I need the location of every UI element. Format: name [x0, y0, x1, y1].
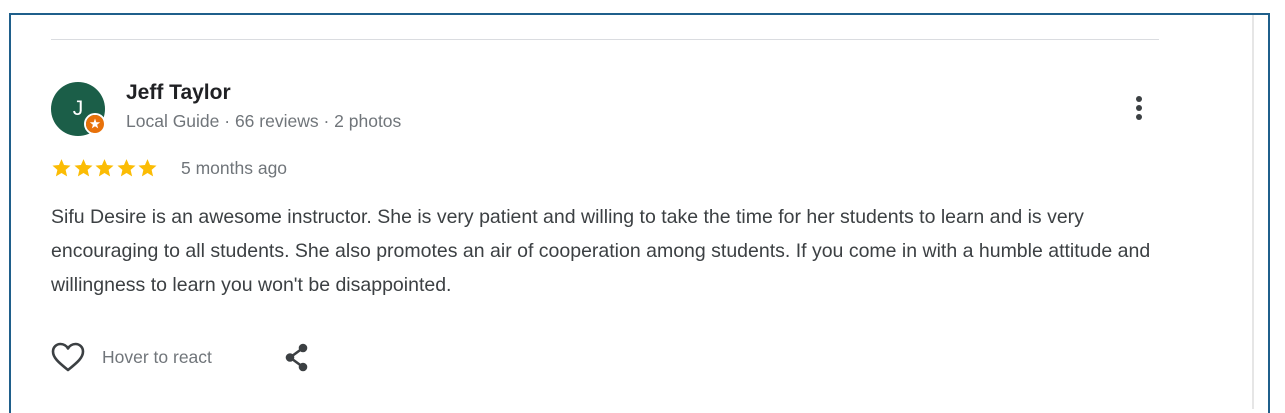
- share-button[interactable]: [281, 340, 315, 376]
- scrollbar-track[interactable]: [1252, 15, 1254, 409]
- star-icon: [116, 159, 136, 177]
- share-icon: [285, 343, 308, 372]
- react-label: Hover to react: [102, 346, 212, 367]
- review-date: 5 months ago: [181, 158, 288, 178]
- star-icon: [73, 159, 93, 177]
- heart-icon: [51, 342, 85, 372]
- star-icon: [52, 159, 71, 177]
- divider: [51, 39, 1159, 40]
- star-icon: [95, 159, 114, 177]
- star-rating: [51, 156, 159, 180]
- reviewer-meta: Local Guide · 66 reviews · 2 photos: [126, 111, 402, 131]
- review-text: Sifu Desire is an awesome instructor. Sh…: [51, 206, 1151, 296]
- local-guide-badge-icon: [84, 113, 106, 135]
- more-vert-icon: [1136, 96, 1142, 120]
- react-button[interactable]: Hover to react: [51, 339, 212, 375]
- more-options-button[interactable]: [1124, 91, 1154, 127]
- reviewer-name[interactable]: Jeff Taylor: [126, 81, 231, 105]
- star-icon: [138, 159, 157, 177]
